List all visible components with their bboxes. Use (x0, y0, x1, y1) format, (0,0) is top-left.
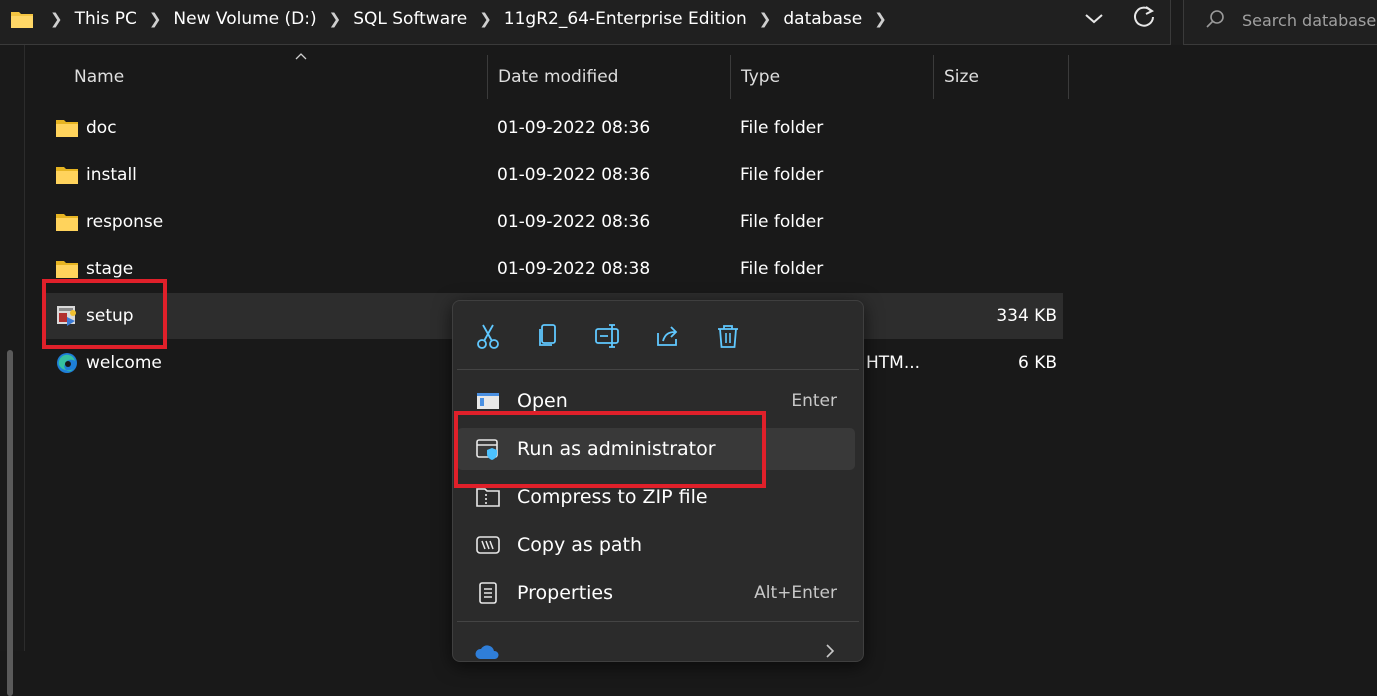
chevron-right-icon (826, 644, 835, 658)
column-header-type[interactable]: Type (730, 55, 933, 99)
menu-item-shortcut: Alt+Enter (754, 583, 837, 603)
menu-item-label: Compress to ZIP file (517, 486, 708, 508)
cut-icon[interactable] (473, 321, 503, 351)
file-name: install (86, 165, 137, 185)
file-type: File folder (740, 118, 824, 138)
column-header-name[interactable]: Name (64, 55, 487, 99)
share-icon[interactable] (653, 321, 683, 351)
search-box[interactable] (1183, 0, 1377, 45)
file-type: HTM... (866, 353, 921, 373)
column-header-size[interactable]: Size (933, 55, 1069, 99)
file-name: welcome (86, 353, 162, 373)
search-input[interactable] (1242, 6, 1377, 34)
file-size: 334 KB (996, 306, 1057, 326)
address-bar: ❯ This PC ❯ New Volume (D:) ❯ SQL Softwa… (0, 0, 1377, 45)
rename-icon[interactable] (593, 321, 623, 351)
chevron-right-icon: ❯ (148, 10, 162, 28)
file-row[interactable]: response 01-09-2022 08:36 File folder (43, 199, 1063, 245)
file-row[interactable]: doc 01-09-2022 08:36 File folder (43, 105, 1063, 151)
zip-folder-icon (476, 488, 500, 507)
properties-icon (479, 582, 497, 604)
menu-divider (457, 369, 859, 370)
chevron-right-icon: ❯ (874, 10, 887, 28)
menu-item-compress-zip[interactable]: Compress to ZIP file (457, 476, 855, 518)
chevron-right-icon: ❯ (758, 10, 772, 28)
file-date-modified: 01-09-2022 08:36 (497, 118, 651, 138)
delete-icon[interactable] (713, 321, 743, 351)
file-date-modified: 01-09-2022 08:38 (497, 259, 651, 279)
breadcrumb: ❯ This PC ❯ New Volume (D:) ❯ SQL Softwa… (10, 8, 895, 30)
menu-item-run-as-administrator[interactable]: Run as administrator (457, 428, 855, 470)
menu-item-label: Run as administrator (517, 438, 716, 460)
open-app-icon (477, 393, 499, 409)
copy-path-icon (476, 536, 500, 554)
scrollbar-thumb[interactable] (7, 350, 13, 696)
shield-admin-icon (476, 439, 498, 460)
chevron-right-icon: ❯ (479, 10, 492, 28)
chevron-right-icon: ❯ (50, 10, 63, 28)
folder-icon (56, 167, 78, 184)
file-size: 6 KB (1017, 353, 1057, 373)
breadcrumb-database[interactable]: database (779, 9, 866, 29)
chevron-down-icon[interactable] (1083, 6, 1105, 30)
column-header-date-modified[interactable]: Date modified (487, 55, 730, 99)
menu-item-open[interactable]: Open Enter (457, 380, 855, 422)
folder-icon (56, 261, 78, 278)
setup-exe-icon (57, 306, 76, 326)
search-icon (1206, 10, 1224, 28)
menu-item-label: Open (517, 390, 568, 412)
context-menu-quick-actions (453, 301, 863, 373)
file-date-modified: 01-09-2022 08:36 (497, 165, 651, 185)
menu-item-shortcut: Enter (791, 391, 837, 411)
file-type: File folder (740, 165, 824, 185)
breadcrumb-new-volume[interactable]: New Volume (D:) (169, 9, 320, 29)
file-size (963, 199, 1057, 245)
file-name: doc (86, 118, 117, 138)
edge-html-icon (57, 353, 77, 373)
file-date-modified: 01-09-2022 08:36 (497, 212, 651, 232)
file-size (963, 152, 1057, 198)
file-size (963, 246, 1057, 292)
menu-item-copy-as-path[interactable]: Copy as path (457, 524, 855, 566)
menu-divider (457, 621, 859, 622)
menu-item-label: Copy as path (517, 534, 643, 556)
context-menu: Open Enter Run as administrator Compress… (452, 300, 864, 662)
column-headers: Name Date modified Type Size (25, 53, 1085, 99)
chevron-right-icon: ❯ (328, 10, 342, 28)
address-field[interactable]: ❯ This PC ❯ New Volume (D:) ❯ SQL Softwa… (0, 0, 1171, 45)
copy-icon[interactable] (533, 321, 563, 351)
breadcrumb-sql-software[interactable]: SQL Software (349, 9, 471, 29)
file-name: stage (86, 259, 134, 279)
navigation-pane-edge (0, 45, 25, 696)
folder-icon (11, 12, 33, 28)
file-row[interactable]: install 01-09-2022 08:36 File folder (43, 152, 1063, 198)
breadcrumb-enterprise-edition[interactable]: 11gR2_64-Enterprise Edition (500, 9, 751, 29)
file-size (963, 105, 1057, 151)
breadcrumb-this-pc[interactable]: This PC (71, 9, 141, 29)
folder-icon (56, 120, 78, 137)
refresh-icon[interactable] (1131, 4, 1157, 30)
file-name: response (86, 212, 164, 232)
file-row[interactable]: stage 01-09-2022 08:38 File folder (43, 246, 1063, 292)
menu-item-label: Properties (517, 582, 614, 604)
file-name: setup (86, 306, 134, 326)
folder-icon (56, 214, 78, 231)
file-type: File folder (740, 259, 824, 279)
file-type: File folder (740, 212, 824, 232)
onedrive-icon (475, 645, 499, 659)
menu-item-properties[interactable]: Properties Alt+Enter (457, 572, 855, 614)
